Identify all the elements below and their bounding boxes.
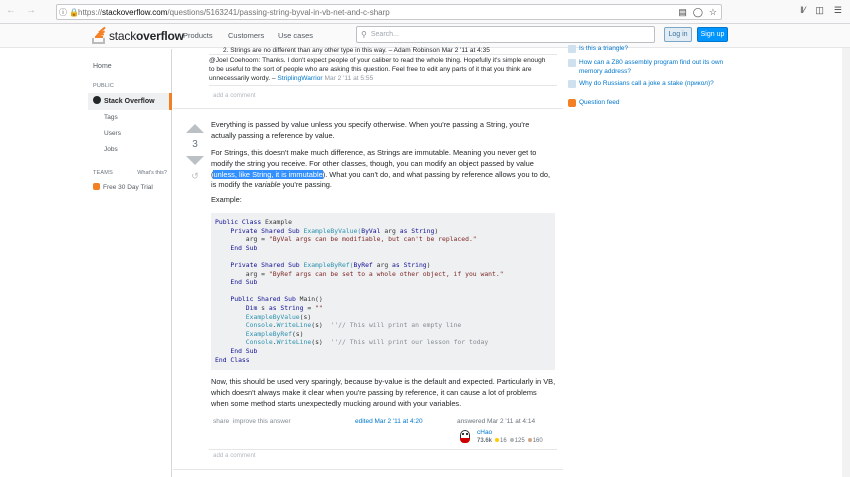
whats-this-link[interactable]: What's this? [137,170,167,176]
free-trial-label: Free 30 Day Trial [103,184,153,191]
info-icon[interactable]: ⓘ [57,7,69,18]
nav-products[interactable]: Products [183,31,213,40]
url-text: https://stackoverflow.com/questions/5163… [78,8,390,17]
share-link[interactable]: share [213,418,229,425]
menu-icon[interactable]: ☰ [834,5,842,16]
sidebar-section-public: PUBLIC [93,83,115,89]
comment-date[interactable]: Mar 2 '11 at 5:55 [324,75,373,82]
stackoverflow-logo[interactable]: stackoverflow [92,26,184,45]
bronze-badge-count: 160 [532,438,543,444]
reader-view-icon[interactable]: ▤ [678,7,687,18]
reputation-score: 73.6k [477,438,493,444]
nav-customers[interactable]: Customers [228,31,264,40]
bookmark-star-icon[interactable]: ☆ [709,7,717,18]
comment-divider [209,54,557,55]
main-content: 2. Strings are no different than any oth… [173,47,563,477]
address-bar[interactable]: ⓘ 🔒 https://stackoverflow.com/questions/… [56,4,722,20]
post-menu: share improve this answer [213,418,291,425]
forward-icon[interactable]: → [26,5,36,16]
scrollbar[interactable] [842,48,850,477]
nav-use-cases[interactable]: Use cases [278,31,313,40]
logo-text: stack [109,29,137,43]
lock-icon: 🔒 [69,7,79,17]
sidebar-item-label: Stack Overflow [104,98,155,105]
left-sidebar: Home PUBLIC Stack Overflow Tags Users Jo… [88,49,172,477]
comment-divider [209,449,557,450]
briefcase-icon [93,183,100,190]
hot-question-icon [568,45,576,53]
sidebar-item-jobs[interactable]: Jobs [104,146,118,153]
library-icon[interactable]: ‖⁄ [800,5,805,16]
browser-nav: ← → [6,5,36,16]
vote-count: 3 [192,139,198,150]
upvote-icon[interactable] [186,124,204,133]
hot-question-icon [568,80,576,88]
answer-divider [173,469,563,470]
history-icon[interactable]: ↺ [185,171,205,182]
question-feed-link[interactable]: Question feed [579,99,724,108]
answer-text: you're passing. [280,180,332,190]
globe-icon [93,96,101,104]
improve-answer-link[interactable]: improve this answer [233,418,291,425]
comment-text: @Joel Coehoorn: Thanks. I don't expect p… [209,57,546,82]
vote-cell: 3 ↺ [185,124,205,182]
comment-user[interactable]: StriplingWarrior [277,75,322,82]
answer-paragraph-4: Now, this should be used very sparingly,… [211,377,556,408]
hot-question-link[interactable]: Why do Russians call a joke a stake (при… [579,80,724,89]
bronze-badge-icon [527,438,532,442]
login-button[interactable]: Log in [664,27,692,42]
logo-text-bold: overflow [136,29,184,43]
rss-icon [568,99,576,107]
emphasis-text: variable [254,180,281,190]
comment: @Joel Coehoorn: Thanks. I don't expect p… [209,56,549,83]
sidebar-item-tags[interactable]: Tags [104,114,118,121]
add-comment-link[interactable]: add a comment [213,92,256,99]
back-icon[interactable]: ← [6,5,16,16]
sidebar-item-users[interactable]: Users [104,130,121,137]
free-trial-link[interactable]: Free 30 Day Trial [93,183,153,191]
avatar[interactable] [459,429,471,445]
url-host: stackoverflow.com [102,7,168,17]
search-input[interactable]: ⚲ Search... [356,26,655,43]
url-prefix: https:// [78,7,103,17]
silver-badge-icon [509,438,514,442]
answer-paragraph-1: Everything is passed by value unless you… [211,120,530,140]
code-block: Public Class Example Private Shared Sub … [211,213,555,370]
browser-toolbar: ← → ⓘ 🔒 https://stackoverflow.com/questi… [0,0,850,24]
signup-button[interactable]: Sign up [697,27,728,42]
answer-paragraph-2: For Strings, this doesn't make much diff… [211,148,556,191]
sidebar-section-teams: TEAMS [93,170,113,176]
hot-question-link[interactable]: How can a Z80 assembly program find out … [579,59,724,76]
logo-icon [92,26,106,44]
downvote-icon[interactable] [186,156,204,165]
sidebar-icon[interactable]: ◫ [815,5,824,16]
sidebar-item-home[interactable]: Home [93,63,112,70]
selected-text: unless, like String, it is immutable [213,169,323,179]
gold-badge-icon [495,438,500,442]
sidebar-item-stack-overflow[interactable]: Stack Overflow [88,93,172,110]
answered-date: answered Mar 2 '11 at 4:14 [457,418,536,425]
hot-question-link[interactable]: Is this a triangle? [579,45,724,54]
url-path: /questions/5163241/passing-string-byval-… [167,7,390,17]
add-comment-link[interactable]: add a comment [213,452,256,459]
hot-question-icon [568,59,576,67]
user-name[interactable]: cHao [477,429,492,436]
silver-badge-count: 125 [514,438,525,444]
search-placeholder: Search... [370,31,399,38]
answer-paragraph-3: Example: [211,195,242,204]
comment-divider [209,85,557,86]
search-icon: ⚲ [361,30,367,39]
gold-badge-count: 16 [500,438,507,444]
comment-cut: 2. Strings are no different than any oth… [223,47,490,54]
pocket-icon[interactable]: ◯ [693,7,703,18]
user-reputation: 73.6k 16 125 160 [477,438,543,444]
edited-link[interactable]: edited Mar 2 '11 at 4:20 [355,418,423,425]
answer-divider [173,108,563,109]
